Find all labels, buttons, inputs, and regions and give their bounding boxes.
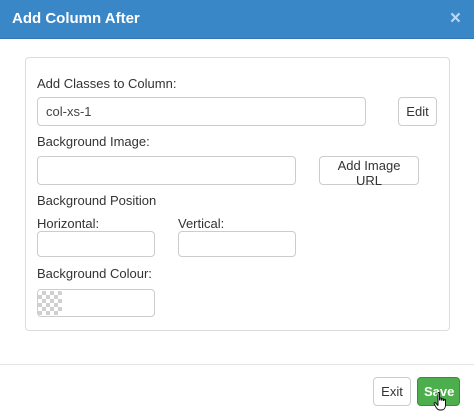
transparent-swatch-icon[interactable] (38, 291, 62, 315)
add-image-url-button[interactable]: Add Image URL (319, 156, 419, 188)
dialog-header: Add Column After × (0, 0, 474, 39)
horizontal-label: Horizontal: (37, 216, 100, 231)
classes-label: Add Classes to Column: (37, 76, 177, 91)
dialog-title: Add Column After (12, 10, 140, 27)
footer-divider (0, 364, 474, 365)
vertical-input[interactable] (178, 231, 296, 257)
close-icon[interactable]: × (450, 9, 461, 28)
vertical-label: Vertical: (178, 216, 225, 231)
classes-input[interactable] (37, 97, 366, 126)
background-position-label: Background Position (37, 193, 157, 208)
background-colour-label: Background Colour: (37, 266, 152, 281)
horizontal-input[interactable] (37, 231, 155, 257)
edit-button[interactable]: Edit (398, 97, 437, 126)
hand-cursor-icon (433, 392, 446, 411)
exit-button[interactable]: Exit (373, 377, 411, 406)
background-image-label: Background Image: (37, 134, 150, 149)
background-image-input[interactable] (37, 156, 296, 185)
